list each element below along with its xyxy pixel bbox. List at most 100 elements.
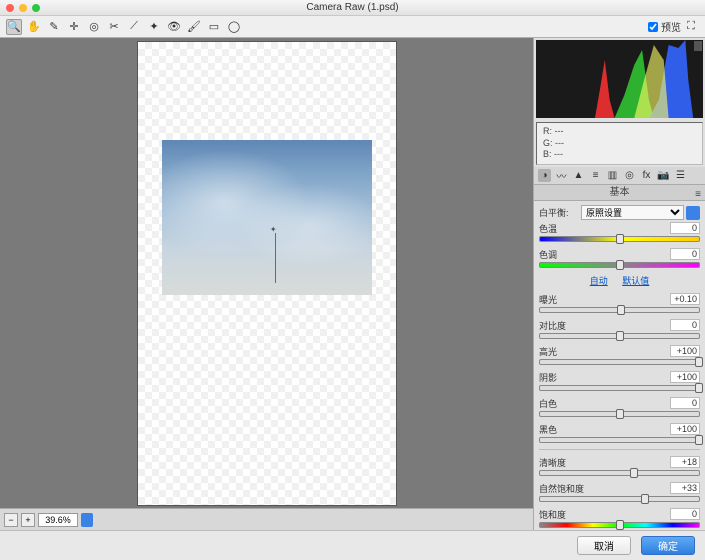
zoom-bar: − + 39.6% bbox=[0, 508, 533, 530]
tab-split-tone-icon[interactable]: ▥ bbox=[606, 169, 619, 182]
fullscreen-icon[interactable]: ⛶ bbox=[683, 19, 699, 35]
minimize-window-icon[interactable] bbox=[19, 4, 27, 12]
slider-value-input[interactable]: 0 bbox=[670, 508, 700, 520]
ok-button[interactable]: 确定 bbox=[641, 536, 695, 555]
canvas-area: − + 39.6% bbox=[0, 38, 533, 530]
slider-label: 色调 bbox=[539, 248, 557, 261]
slider-label: 白色 bbox=[539, 397, 557, 410]
cancel-button[interactable]: 取消 bbox=[577, 536, 631, 555]
slider-row-10: 饱和度 0 bbox=[539, 508, 700, 528]
tab-camera-icon[interactable]: 📷 bbox=[657, 169, 670, 182]
wb-label: 白平衡: bbox=[539, 206, 581, 219]
slider-value-input[interactable]: +100 bbox=[670, 423, 700, 435]
crop-tool-icon[interactable]: ✂ bbox=[106, 19, 122, 35]
slider-track[interactable] bbox=[539, 262, 700, 268]
slider-row-7: 黑色 +100 bbox=[539, 423, 700, 443]
slider-thumb[interactable] bbox=[616, 260, 624, 270]
slider-row-4: 高光 +100 bbox=[539, 345, 700, 365]
slider-value-input[interactable]: 0 bbox=[670, 397, 700, 409]
zoom-out-button[interactable]: − bbox=[4, 513, 18, 527]
slider-value-input[interactable]: +33 bbox=[670, 482, 700, 494]
slider-row-2: 曝光 +0.10 bbox=[539, 293, 700, 313]
slider-value-input[interactable]: +100 bbox=[670, 345, 700, 357]
panel-menu-icon[interactable]: ≡ bbox=[695, 187, 701, 203]
slider-thumb[interactable] bbox=[641, 494, 649, 504]
slider-thumb[interactable] bbox=[617, 305, 625, 315]
tab-hsl-icon[interactable]: ≡ bbox=[589, 169, 602, 182]
window-title: Camera Raw (1.psd) bbox=[306, 2, 398, 13]
slider-label: 黑色 bbox=[539, 423, 557, 436]
tab-lens-icon[interactable]: ◎ bbox=[623, 169, 636, 182]
color-sampler-icon[interactable]: ✛ bbox=[66, 19, 82, 35]
tab-fx-icon[interactable]: fx bbox=[640, 169, 653, 182]
tab-detail-icon[interactable]: ▲ bbox=[572, 169, 585, 182]
zoom-tool-icon[interactable]: 🔍 bbox=[6, 19, 22, 35]
zoom-value[interactable]: 39.6% bbox=[38, 513, 78, 527]
default-link[interactable]: 默认值 bbox=[622, 276, 649, 286]
spot-removal-icon[interactable]: ✦ bbox=[146, 19, 162, 35]
slider-thumb[interactable] bbox=[616, 331, 624, 341]
adjust-tab-strip: ◑ 〰 ▲ ≡ ▥ ◎ fx 📷 ☰ bbox=[534, 167, 705, 185]
adjustment-brush-icon[interactable]: 🖌 bbox=[186, 19, 202, 35]
slider-label: 色温 bbox=[539, 222, 557, 235]
slider-label: 曝光 bbox=[539, 293, 557, 306]
close-window-icon[interactable] bbox=[6, 4, 14, 12]
slider-track[interactable] bbox=[539, 437, 700, 443]
tab-curve-icon[interactable]: 〰 bbox=[555, 169, 568, 182]
slider-track[interactable] bbox=[539, 411, 700, 417]
slider-track[interactable] bbox=[539, 307, 700, 313]
slider-track[interactable] bbox=[539, 359, 700, 365]
side-panel: R: --- G: --- B: --- ◑ 〰 ▲ ≡ ▥ ◎ fx 📷 ☰ … bbox=[533, 38, 705, 530]
slider-value-input[interactable]: +0.10 bbox=[670, 293, 700, 305]
slider-thumb[interactable] bbox=[695, 357, 703, 367]
slider-label: 高光 bbox=[539, 345, 557, 358]
slider-value-input[interactable]: 0 bbox=[670, 248, 700, 260]
red-eye-icon[interactable]: 👁 bbox=[166, 19, 182, 35]
slider-value-input[interactable]: +18 bbox=[670, 456, 700, 468]
image-detail-pole bbox=[275, 233, 276, 283]
slider-thumb[interactable] bbox=[695, 435, 703, 445]
wb-select[interactable]: 原照设置 bbox=[581, 205, 684, 220]
tab-basic-icon[interactable]: ◑ bbox=[538, 169, 551, 182]
slider-label: 阴影 bbox=[539, 371, 557, 384]
straighten-tool-icon[interactable]: ⟋ bbox=[126, 19, 142, 35]
wb-dropdown-icon[interactable] bbox=[686, 206, 700, 220]
slider-value-input[interactable]: 0 bbox=[670, 319, 700, 331]
histogram[interactable] bbox=[536, 40, 703, 118]
slider-thumb[interactable] bbox=[695, 383, 703, 393]
preview-checkbox-input[interactable] bbox=[648, 22, 658, 32]
slider-value-input[interactable]: 0 bbox=[670, 222, 700, 234]
hand-tool-icon[interactable]: ✋ bbox=[26, 19, 42, 35]
targeted-adjust-icon[interactable]: ◎ bbox=[86, 19, 102, 35]
slider-row-9: 自然饱和度+33 bbox=[539, 482, 700, 502]
radial-filter-icon[interactable]: ◯ bbox=[226, 19, 242, 35]
slider-value-input[interactable]: +100 bbox=[670, 371, 700, 383]
graduated-filter-icon[interactable]: ▭ bbox=[206, 19, 222, 35]
slider-row-5: 阴影 +100 bbox=[539, 371, 700, 391]
dialog-footer: 取消 确定 bbox=[0, 530, 705, 560]
document-artboard[interactable] bbox=[137, 41, 397, 506]
image-layer-sky bbox=[162, 140, 372, 295]
panel-body: 白平衡: 原照设置 色温0色调0 自动 默认值 曝光+0.10对比度0高光+10… bbox=[534, 201, 705, 530]
zoom-window-icon[interactable] bbox=[32, 4, 40, 12]
zoom-dropdown-icon[interactable] bbox=[81, 513, 93, 527]
slider-track[interactable] bbox=[539, 470, 700, 476]
tab-presets-icon[interactable]: ☰ bbox=[674, 169, 687, 182]
slider-thumb[interactable] bbox=[616, 520, 624, 530]
slider-thumb[interactable] bbox=[616, 234, 624, 244]
slider-track[interactable] bbox=[539, 385, 700, 391]
zoom-in-button[interactable]: + bbox=[21, 513, 35, 527]
slider-track[interactable] bbox=[539, 496, 700, 502]
slider-thumb[interactable] bbox=[616, 409, 624, 419]
slider-label: 清晰度 bbox=[539, 456, 566, 469]
auto-link[interactable]: 自动 bbox=[590, 276, 608, 286]
slider-track[interactable] bbox=[539, 333, 700, 339]
slider-label: 饱和度 bbox=[539, 508, 566, 521]
preview-checkbox[interactable]: 预览 bbox=[648, 19, 681, 34]
slider-row-1: 色调 0 bbox=[539, 248, 700, 268]
preview-label: 预览 bbox=[661, 19, 681, 34]
slider-thumb[interactable] bbox=[630, 468, 638, 478]
slider-track[interactable] bbox=[539, 522, 700, 528]
eyedropper-white-balance-icon[interactable]: ✎ bbox=[46, 19, 62, 35]
slider-track[interactable] bbox=[539, 236, 700, 242]
